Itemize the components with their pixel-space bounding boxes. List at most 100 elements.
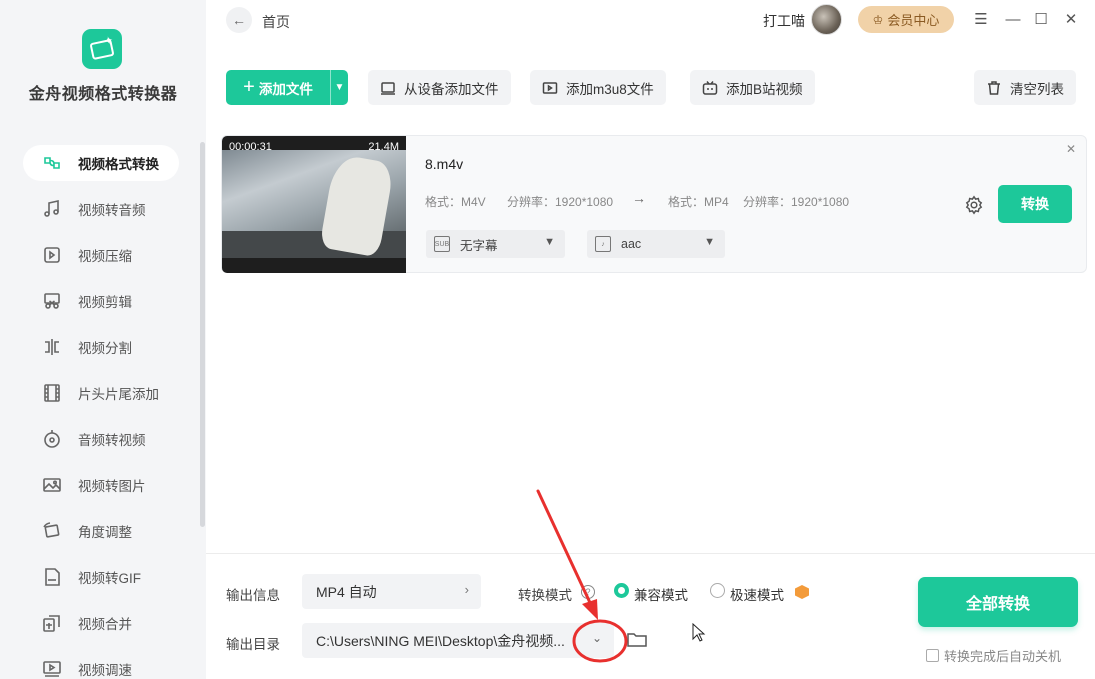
sidebar-item-label: 视频剪辑 — [78, 295, 132, 310]
output-info-label: 输出信息 — [226, 588, 280, 603]
auto-shutdown-option[interactable]: 转换完成后自动关机 — [926, 646, 1061, 665]
source-format: 格式：M4V — [425, 195, 486, 209]
audio-track-icon: ♪ — [595, 236, 611, 252]
help-icon[interactable]: ? — [581, 585, 595, 599]
subtitle-icon: SUB — [434, 236, 450, 252]
scissors-icon — [41, 290, 63, 312]
sidebar-item-label: 视频转图片 — [78, 479, 146, 494]
fast-mode-radio[interactable] — [710, 583, 725, 598]
sidebar-item-compress[interactable]: 视频压缩 — [23, 237, 179, 273]
menu-icon[interactable]: ☰ — [971, 9, 991, 29]
target-resolution: 分辨率：1920*1080 — [743, 195, 850, 209]
subtitle-select[interactable]: SUB 无字幕 ▼ — [426, 230, 565, 258]
gear-icon[interactable] — [963, 194, 985, 216]
chevron-right-icon: › — [464, 582, 469, 597]
sidebar-item-label: 视频格式转换 — [78, 157, 159, 172]
output-info-select[interactable]: MP4 自动 › — [302, 574, 481, 609]
sidebar-item-intro-outro[interactable]: 片头片尾添加 — [23, 375, 179, 411]
add-file-button[interactable]: + 添加文件 ▼ — [226, 70, 348, 105]
app-logo-icon — [82, 29, 122, 69]
video-duration: 00:00:31 — [229, 141, 272, 153]
file-name: 8.m4v — [425, 156, 464, 172]
file-item-card: 00:00:31 21.4M 8.m4v 格式：M4V 分辨率：1920*108… — [221, 135, 1087, 273]
add-from-device-label: 从设备添加文件 — [404, 81, 499, 97]
convert-button[interactable]: 转换 — [998, 185, 1072, 223]
compat-mode-label[interactable]: 兼容模式 — [634, 584, 688, 604]
add-from-device-button[interactable]: 从设备添加文件 — [368, 70, 511, 105]
sidebar-item-format-convert[interactable]: 视频格式转换 — [23, 145, 179, 181]
subtitle-value: 无字幕 — [460, 238, 498, 253]
compress-icon — [41, 244, 63, 266]
bilibili-tv-icon — [702, 80, 718, 96]
rotate-icon — [41, 520, 63, 542]
video-play-icon — [542, 80, 558, 96]
output-dir-value: C:\Users\NING MEI\Desktop\金舟视频... — [316, 632, 565, 649]
arrow-right-icon: → — [632, 190, 646, 206]
vip-center-label: 会员中心 — [887, 13, 940, 28]
sidebar-item-video-to-image[interactable]: 视频转图片 — [23, 467, 179, 503]
auto-shutdown-label: 转换完成后自动关机 — [944, 649, 1062, 664]
compat-mode-radio[interactable] — [614, 583, 629, 598]
remove-file-icon[interactable]: ✕ — [1066, 142, 1076, 156]
conversion-mode-label: 转换模式 — [518, 588, 572, 603]
avatar[interactable] — [811, 4, 842, 35]
add-file-main[interactable]: + 添加文件 — [226, 70, 330, 105]
gif-icon — [41, 566, 63, 588]
audio-disc-icon — [41, 428, 63, 450]
video-size: 21.4M — [368, 141, 399, 153]
auto-shutdown-checkbox[interactable] — [926, 649, 939, 662]
folder-icon[interactable] — [627, 631, 647, 648]
chevron-down-icon: ▼ — [704, 236, 715, 248]
app-name: 金舟视频格式转换器 — [28, 86, 178, 103]
sidebar-item-video-to-audio[interactable]: 视频转音频 — [23, 191, 179, 227]
sidebar-item-speed[interactable]: 视频调速 — [23, 651, 179, 679]
crown-icon: ♔ — [872, 12, 884, 27]
convert-all-button[interactable]: 全部转换 — [918, 577, 1078, 627]
film-strip-icon — [41, 382, 63, 404]
sidebar: 金舟视频格式转换器 视频格式转换 视频转音频 视频压缩 视频剪辑 视频分割 片头… — [0, 0, 206, 679]
sidebar-scrollbar[interactable] — [200, 142, 205, 527]
bottom-divider — [206, 553, 1095, 554]
sidebar-item-label: 视频分割 — [78, 341, 132, 356]
chevron-down-icon[interactable]: ⌄ — [592, 631, 602, 645]
clear-list-button[interactable]: 清空列表 — [974, 70, 1076, 105]
sidebar-item-merge[interactable]: 视频合并 — [23, 605, 179, 641]
source-resolution: 分辨率：1920*1080 — [507, 195, 614, 209]
clear-list-label: 清空列表 — [1010, 81, 1064, 97]
add-m3u8-button[interactable]: 添加m3u8文件 — [530, 70, 666, 105]
sidebar-item-label: 音频转视频 — [78, 433, 146, 448]
output-dir-label: 输出目录 — [226, 637, 280, 652]
back-button[interactable]: ← — [226, 7, 252, 33]
audio-track-value: aac — [621, 237, 642, 251]
sidebar-item-edit[interactable]: 视频剪辑 — [23, 283, 179, 319]
sidebar-item-rotate[interactable]: 角度调整 — [23, 513, 179, 549]
sidebar-item-label: 视频合并 — [78, 617, 132, 632]
format-convert-icon — [41, 152, 63, 174]
plus-icon: + — [243, 76, 255, 98]
vip-center-button[interactable]: ♔ 会员中心 — [858, 6, 954, 33]
sidebar-item-label: 视频压缩 — [78, 249, 132, 264]
speed-icon — [41, 658, 63, 679]
sidebar-item-split[interactable]: 视频分割 — [23, 329, 179, 365]
maximize-icon[interactable]: ☐ — [1031, 9, 1051, 29]
sidebar-item-label: 视频调速 — [78, 663, 132, 678]
mouse-cursor-icon — [692, 623, 706, 642]
arrow-left-icon: ← — [232, 12, 246, 28]
sidebar-item-label: 片头片尾添加 — [78, 387, 159, 402]
add-bilibili-button[interactable]: 添加B站视频 — [690, 70, 815, 105]
fast-mode-label[interactable]: 极速模式 — [730, 584, 784, 604]
sidebar-item-audio-to-video[interactable]: 音频转视频 — [23, 421, 179, 457]
sidebar-item-gif[interactable]: 视频转GIF — [23, 559, 179, 595]
minimize-icon[interactable]: — — [1003, 9, 1023, 29]
add-bilibili-label: 添加B站视频 — [726, 81, 803, 97]
add-file-dropdown-icon[interactable]: ▼ — [330, 70, 348, 105]
close-icon[interactable]: ✕ — [1061, 9, 1081, 29]
music-note-icon — [41, 198, 63, 220]
breadcrumb[interactable]: 首页 — [262, 12, 290, 32]
sidebar-item-label: 视频转GIF — [78, 571, 141, 586]
video-thumbnail[interactable]: 00:00:31 21.4M — [222, 136, 406, 273]
chevron-down-icon: ▼ — [544, 236, 555, 248]
audio-track-select[interactable]: ♪ aac ▼ — [587, 230, 725, 258]
add-m3u8-label: 添加m3u8文件 — [566, 81, 654, 97]
output-dir-field[interactable]: C:\Users\NING MEI\Desktop\金舟视频... — [302, 623, 614, 658]
